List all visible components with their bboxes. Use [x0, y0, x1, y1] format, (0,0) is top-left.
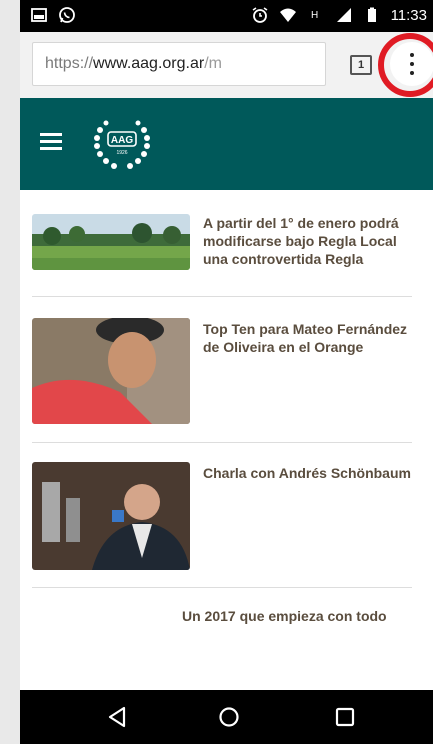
browser-toolbar: https://www.aag.org.ar/m 1: [20, 32, 433, 98]
wifi-icon: [279, 8, 296, 22]
divider: [32, 587, 412, 588]
clock: 11:33: [390, 6, 427, 24]
logo-year: 1926: [116, 150, 127, 156]
image-icon: [31, 8, 47, 22]
battery-icon: [367, 7, 376, 22]
divider: [32, 442, 412, 443]
hspa-icon: H: [311, 10, 318, 21]
site-header: AAG 1926: [20, 98, 433, 190]
highlight-circle: [378, 33, 433, 97]
logo-text: AAG: [111, 135, 133, 146]
url-host: www.aag.org.ar: [93, 55, 205, 72]
whatsapp-icon: [59, 7, 75, 23]
back-icon[interactable]: [104, 704, 130, 730]
alarm-icon: [252, 7, 268, 23]
article-title[interactable]: Charla con Andrés Schönbaum: [203, 464, 415, 482]
golfer-thumbnail[interactable]: [32, 318, 190, 424]
article-title[interactable]: A partir del 1° de enero podrá modificar…: [203, 214, 415, 268]
golf-course-thumbnail[interactable]: [32, 214, 190, 270]
home-icon[interactable]: [216, 704, 242, 730]
url-scheme: https://: [45, 55, 94, 72]
article-title[interactable]: Un 2017 que empieza con todo: [182, 606, 412, 626]
hamburger-menu-icon[interactable]: [40, 133, 62, 151]
article-title[interactable]: Top Ten para Mateo Fernández de Oliveira…: [203, 320, 415, 356]
recents-icon[interactable]: [332, 704, 358, 730]
interview-thumbnail[interactable]: [32, 462, 190, 570]
system-nav-bar: [20, 690, 433, 744]
svg-text:H: H: [311, 10, 318, 21]
status-bar: H 11:33: [20, 0, 433, 32]
tab-switcher-button[interactable]: 1: [350, 55, 372, 75]
signal-icon: [336, 8, 351, 22]
aag-logo[interactable]: AAG 1926: [90, 116, 154, 172]
url-bar[interactable]: https://www.aag.org.ar/m: [32, 42, 326, 86]
url-path: /m: [204, 55, 222, 72]
divider: [32, 296, 412, 297]
phone-screen: H 11:33 https://www.aag.org.ar/m 1 AAG 1…: [20, 0, 433, 744]
